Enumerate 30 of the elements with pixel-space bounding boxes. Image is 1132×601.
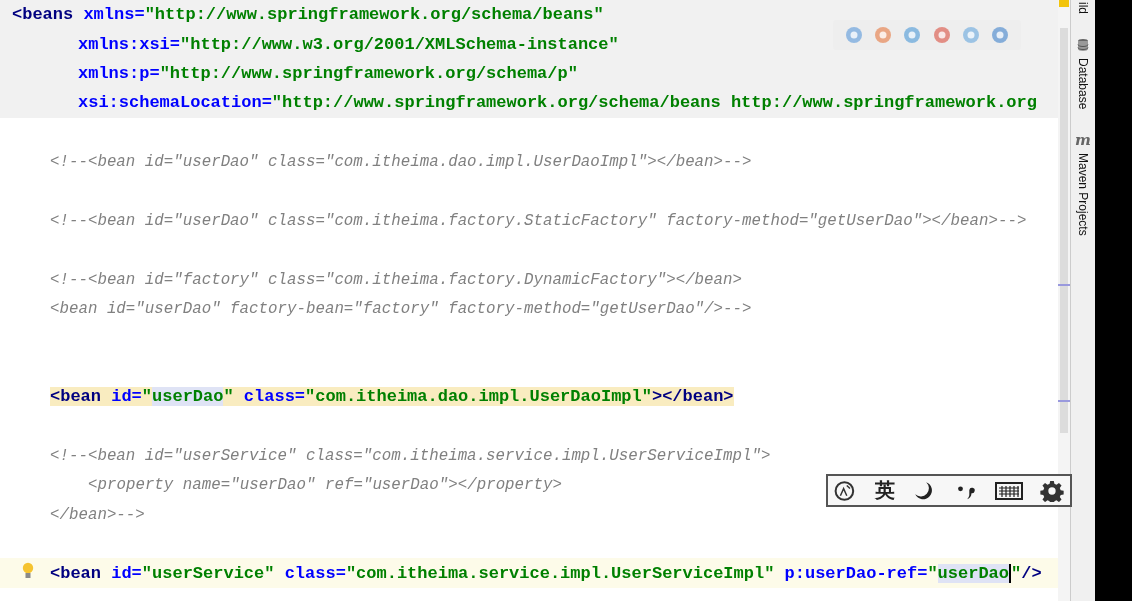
- tool-window-button[interactable]: Database: [1076, 38, 1090, 110]
- browser-icon[interactable]: [902, 25, 923, 45]
- code-line: <!--<bean id="userService" class="com.itheima.service.impl.UserServiceImpl">: [50, 446, 771, 466]
- code-line: xmlns:xsi="http://www.w3.org/2001/XMLSchema-instance": [78, 34, 619, 54]
- tool-window-button[interactable]: ild: [1076, 2, 1090, 14]
- code-line: <!--<bean id="userDao" class="com.itheima.dao.impl.UserDaoImpl"></bean>-->: [50, 152, 752, 172]
- keyboard-icon[interactable]: [994, 481, 1023, 500]
- code-line: <!--<bean id="factory" class="com.itheima.factory.DynamicFactory"></bean>: [50, 269, 743, 289]
- code-line: <bean id="userDao" factory-bean="factory" factory-method="getUserDao"/>-->: [50, 299, 752, 319]
- code-line: <bean id="userService" class="com.itheima.service.impl.UserServiceImpl" p:userDao-ref="userDao"/>: [50, 563, 1042, 583]
- scroll-mark: [1058, 400, 1070, 402]
- scrollbar-thumb[interactable]: [1060, 28, 1068, 433]
- code-line: <property name="userDao" ref="userDao"></property>: [88, 475, 562, 495]
- lightbulb-icon[interactable]: [22, 562, 34, 581]
- code-line: <!--<bean id="userDao" class="com.itheima.factory.StaticFactory" factory-method="getUserDao"></bean>-->: [50, 210, 1027, 230]
- code-line: </bean>-->: [50, 504, 145, 524]
- code-line: <beans xmlns="http://www.springframework.org/schema/beans": [12, 5, 604, 25]
- scroll-mark: [1058, 284, 1070, 286]
- code-line: xsi:schemaLocation="http://www.springframework.org/schema/beans http://www.springframework.org: [78, 93, 1037, 113]
- tool-window-button[interactable]: m Maven Projects: [1075, 133, 1091, 237]
- browser-icon[interactable]: [873, 25, 893, 45]
- database-icon: [1077, 38, 1089, 52]
- browser-icon[interactable]: [931, 25, 952, 45]
- browser-icon[interactable]: [990, 25, 1011, 45]
- settings-icon[interactable]: [1039, 479, 1064, 502]
- browser-icon[interactable]: [960, 25, 981, 45]
- browser-icon[interactable]: [843, 25, 864, 45]
- status-marker: [1059, 0, 1069, 7]
- code-line: xmlns:p="http://www.springframework.org/schema/p": [78, 63, 578, 83]
- ime-mode-toggle[interactable]: 英: [875, 477, 896, 504]
